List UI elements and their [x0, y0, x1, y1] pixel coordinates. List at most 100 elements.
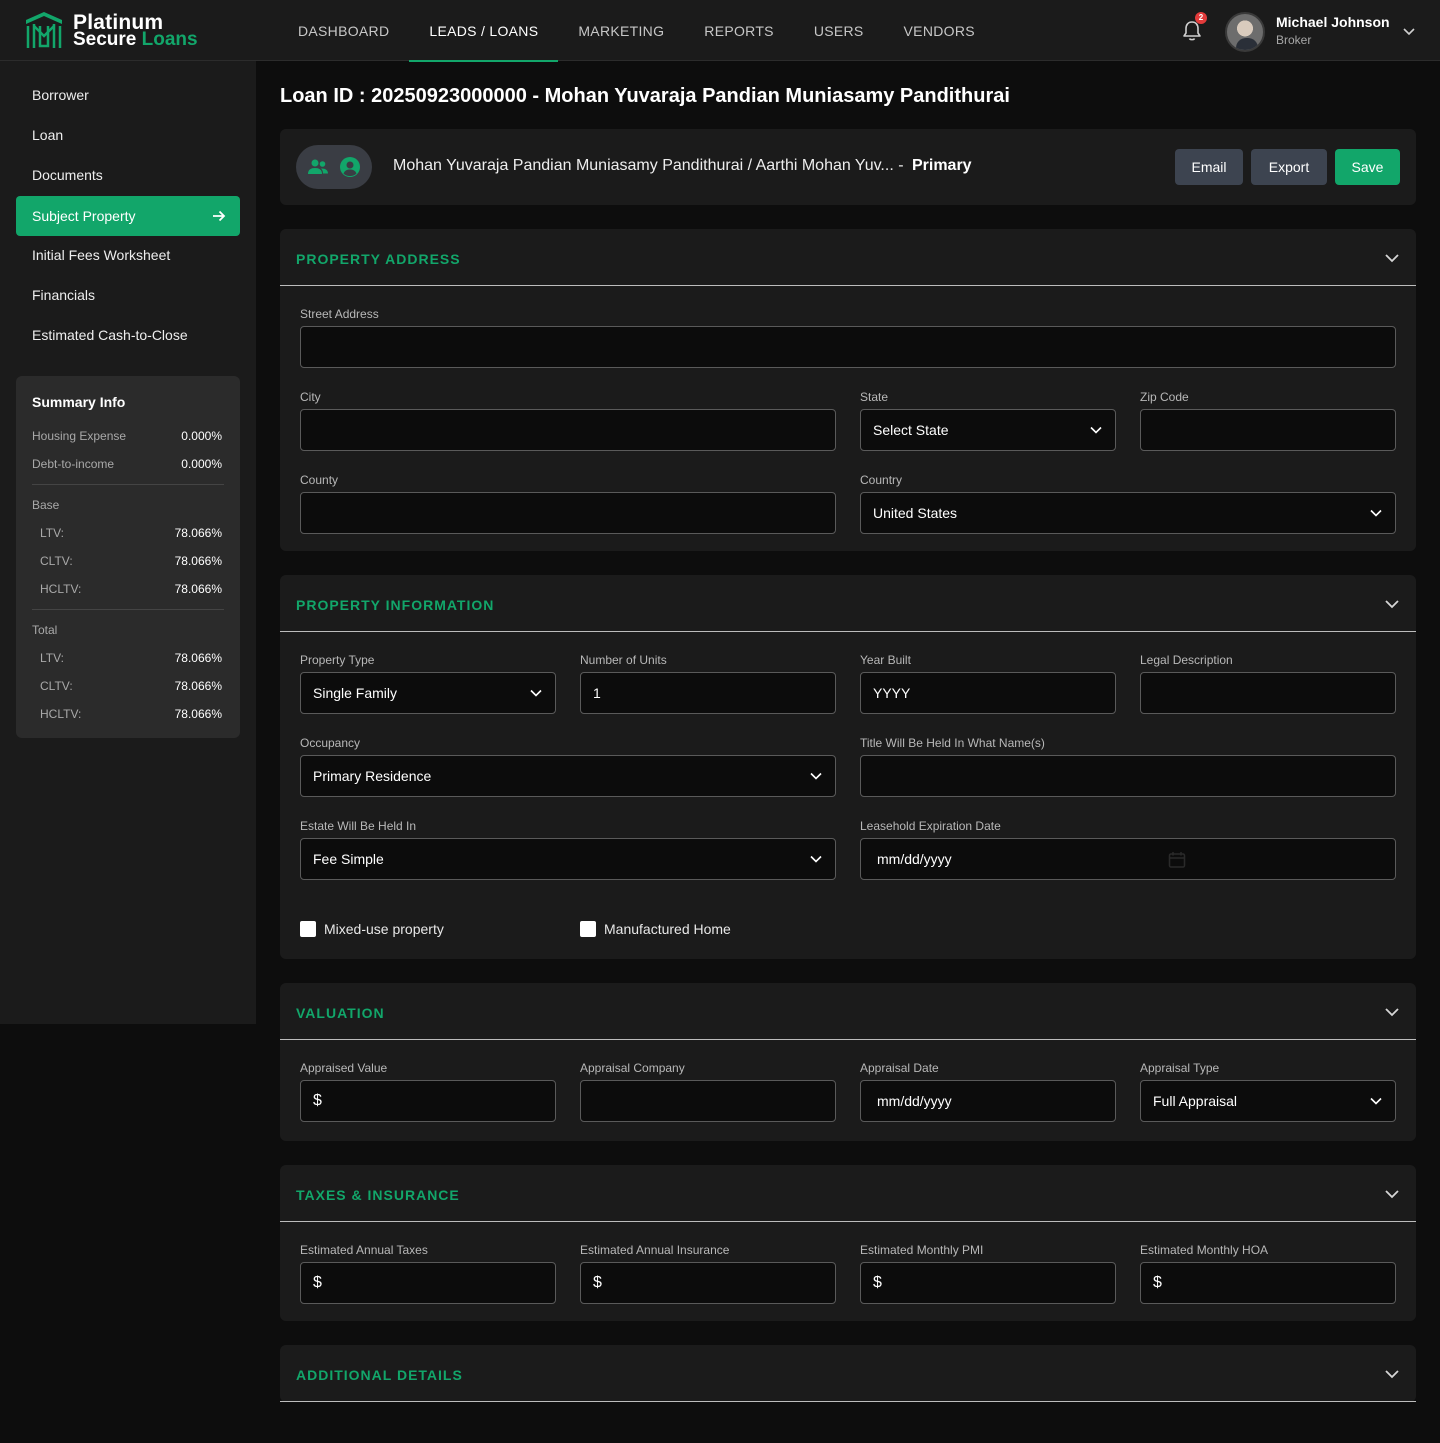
base-hcltv-label: HCLTV:	[40, 582, 82, 596]
nav-dashboard[interactable]: DASHBOARD	[278, 0, 409, 61]
chevron-down-icon	[1370, 1097, 1382, 1105]
year-built-input[interactable]: YYYY	[860, 672, 1116, 714]
chevron-down-icon[interactable]	[1384, 1186, 1400, 1202]
section-title: TAXES & INSURANCE	[296, 1187, 460, 1203]
monthly-pmi-input[interactable]: $	[860, 1262, 1116, 1304]
chevron-down-icon	[1090, 426, 1102, 434]
base-cltv: CLTV: 78.066%	[40, 554, 222, 568]
base-cltv-label: CLTV:	[40, 554, 73, 568]
property-type-value: Single Family	[313, 685, 398, 701]
county-input[interactable]	[300, 492, 836, 534]
summary-divider	[32, 609, 224, 610]
chevron-down-icon[interactable]	[1384, 250, 1400, 266]
city-input[interactable]	[300, 409, 836, 451]
total-cltv: CLTV: 78.066%	[40, 679, 222, 693]
nav-reports[interactable]: REPORTS	[684, 0, 794, 61]
appraisal-date-input[interactable]: mm/dd/yyyy	[860, 1080, 1116, 1122]
annual-insurance-label: Estimated Annual Insurance	[580, 1243, 730, 1257]
appraisal-company-input[interactable]	[580, 1080, 836, 1122]
valuation-section: VALUATION Appraised Value $ Appraisal Co…	[280, 983, 1416, 1141]
state-select-value: Select State	[873, 422, 949, 438]
property-address-section: PROPERTY ADDRESS Street Address City Sta…	[280, 229, 1416, 551]
property-type-select[interactable]: Single Family	[300, 672, 556, 714]
title-names-input[interactable]	[860, 755, 1396, 797]
section-header[interactable]: VALUATION	[280, 983, 1416, 1040]
estate-select[interactable]: Fee Simple	[300, 838, 836, 880]
sidebar-item-borrower[interactable]: Borrower	[16, 75, 240, 115]
save-button[interactable]: Save	[1335, 149, 1400, 185]
street-address-input[interactable]	[300, 326, 1396, 368]
sidebar-item-financials[interactable]: Financials	[16, 275, 240, 315]
units-label: Number of Units	[580, 653, 667, 667]
manufactured-home-checkbox[interactable]	[580, 921, 596, 937]
brand-name-line2: Secure	[73, 29, 137, 50]
calendar-icon[interactable]	[1168, 851, 1186, 869]
chevron-down-icon	[810, 772, 822, 780]
total-ltv: LTV: 78.066%	[40, 651, 222, 665]
brand-name-accent: Loans	[141, 29, 198, 50]
primary-label: Primary	[911, 157, 972, 174]
total-ltv-value: 78.066%	[174, 651, 222, 665]
nav-users[interactable]: USERS	[794, 0, 884, 61]
section-header[interactable]: TAXES & INSURANCE	[280, 1165, 1416, 1222]
chevron-down-icon[interactable]	[1384, 1366, 1400, 1382]
housing-expense-value: 0.000%	[181, 429, 222, 443]
appraisal-type-select[interactable]: Full Appraisal	[1140, 1080, 1396, 1122]
units-input[interactable]: 1	[580, 672, 836, 714]
zip-code-label: Zip Code	[1140, 390, 1189, 404]
mixed-use-label[interactable]: Mixed-use property	[324, 921, 444, 937]
export-button[interactable]: Export	[1251, 149, 1327, 185]
avatar[interactable]	[1225, 12, 1265, 52]
brand-logo[interactable]: Platinum Secure Loans	[24, 12, 198, 50]
sidebar-item-loan[interactable]: Loan	[16, 115, 240, 155]
email-button[interactable]: Email	[1175, 149, 1243, 185]
total-hcltv-value: 78.066%	[174, 707, 222, 721]
state-select[interactable]: Select State	[860, 409, 1116, 451]
top-navbar: Platinum Secure Loans DASHBOARD LEADS / …	[0, 0, 1440, 62]
nav-vendors[interactable]: VENDORS	[884, 0, 995, 61]
property-type-label: Property Type	[300, 653, 375, 667]
borrower-names: Mohan Yuvaraja Pandian Muniasamy Pandith…	[393, 157, 972, 175]
appraisal-type-label: Appraisal Type	[1140, 1061, 1220, 1075]
section-header[interactable]: PROPERTY INFORMATION	[280, 575, 1416, 632]
appraised-value-input[interactable]: $	[300, 1080, 556, 1122]
occupancy-select[interactable]: Primary Residence	[300, 755, 836, 797]
nav-leads-loans[interactable]: LEADS / LOANS	[409, 0, 559, 62]
state-label: State	[860, 390, 889, 404]
section-header[interactable]: ADDITIONAL DETAILS	[280, 1345, 1416, 1402]
chevron-down-icon[interactable]	[1402, 24, 1416, 38]
annual-taxes-input[interactable]: $	[300, 1262, 556, 1304]
occupancy-value: Primary Residence	[313, 768, 432, 784]
zip-code-input[interactable]	[1140, 409, 1396, 451]
sidebar-item-cash-to-close[interactable]: Estimated Cash-to-Close	[16, 315, 240, 355]
user-name[interactable]: Michael Johnson	[1276, 14, 1390, 30]
monthly-pmi-label: Estimated Monthly PMI	[860, 1243, 984, 1257]
chevron-down-icon[interactable]	[1384, 1004, 1400, 1020]
borrower-names-text: Mohan Yuvaraja Pandian Muniasamy Pandith…	[393, 157, 904, 174]
nav-marketing[interactable]: MARKETING	[558, 0, 684, 61]
legal-description-input[interactable]	[1140, 672, 1396, 714]
sidebar-item-documents[interactable]: Documents	[16, 155, 240, 195]
country-select-value: United States	[873, 505, 958, 521]
sidebar-item-subject-property[interactable]: Subject Property	[16, 196, 240, 236]
occupancy-label: Occupancy	[300, 736, 361, 750]
leasehold-date-placeholder: mm/dd/yyyy	[877, 851, 952, 867]
sidebar-item-initial-fees[interactable]: Initial Fees Worksheet	[16, 235, 240, 275]
annual-insurance-input[interactable]: $	[580, 1262, 836, 1304]
leasehold-date-input[interactable]: mm/dd/yyyy	[860, 838, 1396, 880]
appraised-value-label: Appraised Value	[300, 1061, 388, 1075]
leasehold-date-label: Leasehold Expiration Date	[860, 819, 1001, 833]
user-circle-icon	[340, 157, 360, 177]
manufactured-home-label[interactable]: Manufactured Home	[604, 921, 731, 937]
base-ltv-label: LTV:	[40, 526, 65, 540]
section-header[interactable]: PROPERTY ADDRESS	[280, 229, 1416, 286]
legal-description-label: Legal Description	[1140, 653, 1233, 667]
country-select[interactable]: United States	[860, 492, 1396, 534]
mixed-use-checkbox[interactable]	[300, 921, 316, 937]
chevron-down-icon[interactable]	[1384, 596, 1400, 612]
year-built-label: Year Built	[860, 653, 911, 667]
borrower-toggle[interactable]	[296, 145, 372, 189]
estate-label: Estate Will Be Held In	[300, 819, 417, 833]
monthly-hoa-input[interactable]: $	[1140, 1262, 1396, 1304]
total-ltv-label: LTV:	[40, 651, 65, 665]
